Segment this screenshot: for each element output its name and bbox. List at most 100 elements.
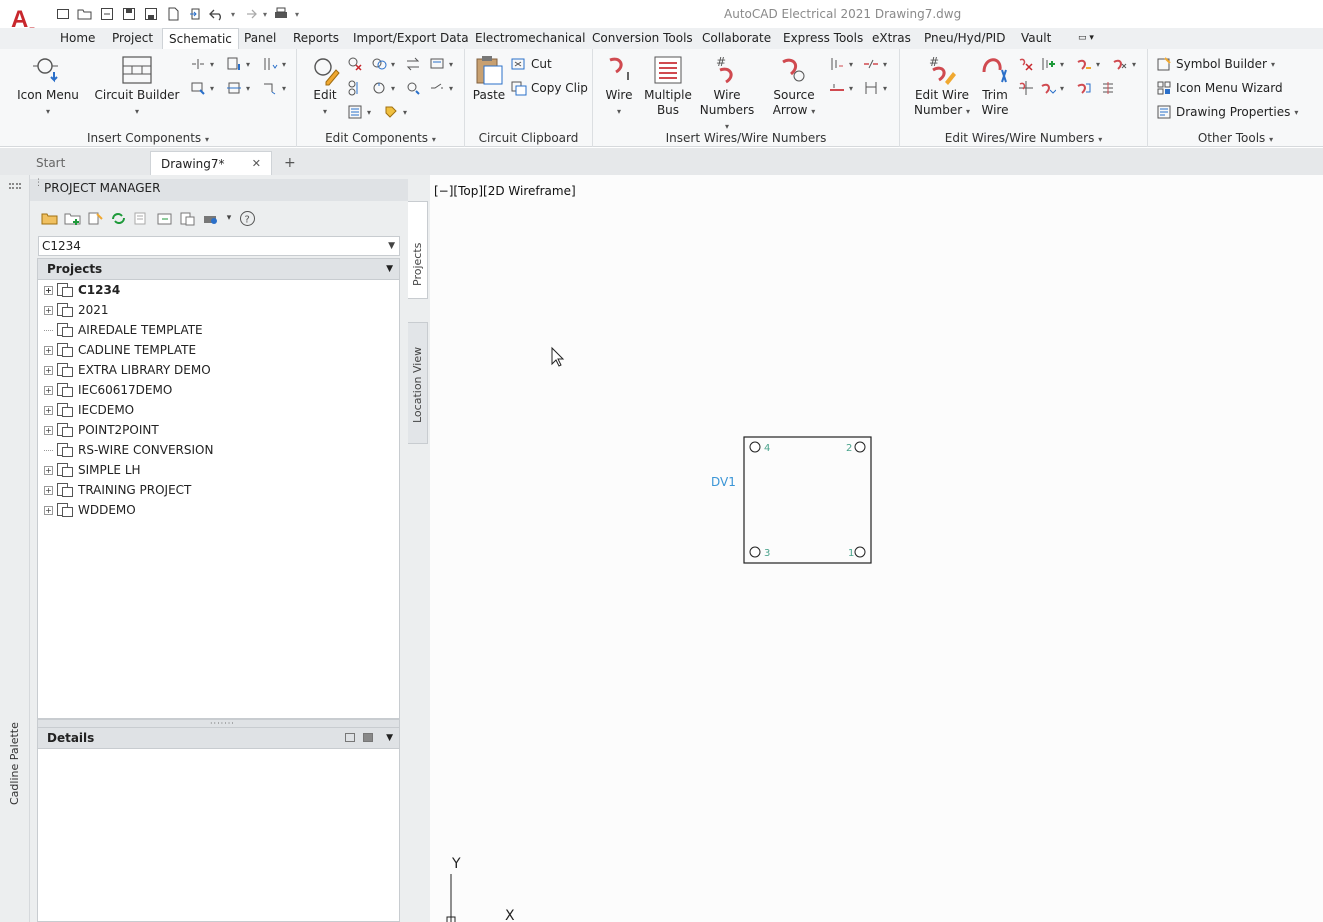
tab-schematic[interactable]: Schematic [162, 28, 239, 49]
tab-express-tools[interactable]: Express Tools [783, 28, 863, 49]
redo-icon[interactable] [239, 5, 259, 23]
icon-menu-wizard-button[interactable]: Icon Menu Wizard [1156, 79, 1283, 97]
insert-component-small-2[interactable]: ▾ [226, 55, 250, 73]
tree-item[interactable]: + C1234 [44, 280, 120, 300]
expand-icon[interactable]: + [44, 425, 53, 435]
projects-header[interactable]: Projects ▼ [37, 258, 400, 280]
toggle-no-nc-button[interactable]: ▾ [429, 79, 453, 97]
copy-clip-button[interactable]: Copy Clip [511, 79, 588, 97]
expand-icon[interactable]: + [44, 385, 53, 395]
multiple-bus-button[interactable]: Multiple Bus [643, 54, 693, 118]
wire-button[interactable]: Wire ▾ [599, 54, 639, 119]
drawing-properties-button[interactable]: Drawing Properties ▾ [1156, 103, 1298, 121]
tab-start[interactable]: Start [26, 151, 150, 175]
wire-tool-small-2[interactable]: ▾ [863, 55, 887, 73]
plot-icon[interactable] [185, 5, 205, 23]
palette-grip-icon[interactable] [9, 183, 21, 189]
tab-vault[interactable]: Vault [1021, 28, 1051, 49]
tab-electromechanical[interactable]: Electromechanical [475, 28, 585, 49]
retag-button[interactable]: ▾ [371, 79, 395, 97]
source-arrow-button[interactable]: Source Arrow ▾ [763, 54, 825, 119]
expand-icon[interactable]: + [44, 285, 53, 295]
tree-item[interactable]: + IEC60617DEMO [44, 380, 172, 400]
wire-tool-small-1[interactable]: ▾ [829, 55, 853, 73]
delete-component-button[interactable] [347, 55, 363, 73]
customize-qat-icon[interactable]: ▾ [293, 5, 301, 23]
tab-extras[interactable]: eXtras [872, 28, 911, 49]
show-wire-button[interactable] [1076, 79, 1092, 97]
redo-dropdown-icon[interactable]: ▾ [261, 5, 269, 23]
circuit-builder-button[interactable]: Circuit Builder ▾ [94, 54, 180, 119]
wire-tool-small-4[interactable]: ▾ [863, 79, 887, 97]
project-properties-icon[interactable] [132, 209, 151, 227]
flip-wire-button[interactable]: ▾ [1040, 79, 1064, 97]
align-button[interactable] [347, 79, 363, 97]
tab-projects[interactable]: Projects [408, 201, 428, 299]
expand-icon[interactable]: + [44, 505, 53, 515]
tree-item[interactable]: + IECDEMO [44, 400, 134, 420]
expand-icon[interactable]: + [44, 485, 53, 495]
insert-components-label[interactable]: Insert Components ▾ [0, 131, 296, 145]
close-tab-icon[interactable]: ✕ [252, 152, 261, 176]
tab-import-export-data[interactable]: Import/Export Data [353, 28, 469, 49]
project-task-list-icon[interactable] [155, 209, 174, 227]
insert-component-small-3[interactable]: ▾ [262, 55, 286, 73]
wire-numbers-button[interactable]: # Wire Numbers ▾ [697, 54, 757, 134]
details-header[interactable]: Details ▼ [37, 727, 400, 749]
insert-component-small-4[interactable]: ▾ [190, 79, 214, 97]
tab-collaborate[interactable]: Collaborate [702, 28, 771, 49]
paste-button[interactable]: Paste [469, 54, 509, 103]
tree-item[interactable]: +2021 [44, 300, 109, 320]
open-web-icon[interactable] [97, 5, 117, 23]
expand-icon[interactable]: + [44, 305, 53, 315]
tree-item[interactable]: + WDDEMO [44, 500, 136, 520]
other-tools-label[interactable]: Other Tools ▾ [1148, 131, 1323, 145]
edit-wire-number-button[interactable]: # Edit Wire Number ▾ [910, 54, 974, 119]
project-selector[interactable]: C1234 ▼ [38, 236, 400, 256]
insert-component-small-1[interactable]: ▾ [190, 55, 214, 73]
tab-home[interactable]: Home [60, 28, 95, 49]
open-project-icon[interactable] [40, 209, 59, 227]
publish-icon[interactable] [163, 5, 183, 23]
project-wide-update-icon[interactable] [178, 209, 197, 227]
tab-pneu-hyd-pid[interactable]: Pneu/Hyd/PID [924, 28, 1005, 49]
edit-button[interactable]: Edit ▾ [303, 54, 347, 119]
ribbon-minimize-icon[interactable]: ▭ ▾ [1078, 28, 1094, 49]
copy-component-button[interactable]: ▾ [371, 55, 395, 73]
swap-component-button[interactable] [405, 55, 421, 73]
plot-project-icon[interactable] [201, 209, 220, 227]
expand-icon[interactable]: + [44, 365, 53, 375]
tree-item[interactable]: RS-WIRE CONVERSION [44, 440, 213, 460]
wire-number-swap-button[interactable]: ▾ [1112, 55, 1136, 73]
insert-component-small-6[interactable]: ▾ [262, 79, 286, 97]
wire-leader-button[interactable] [1100, 79, 1116, 97]
details-view-icon[interactable] [345, 733, 355, 742]
new-drawing-icon[interactable] [86, 209, 105, 227]
tab-project[interactable]: Project [112, 28, 153, 49]
add-rung-button[interactable]: ▾ [1040, 55, 1064, 73]
icon-menu-button[interactable]: Icon Menu ▾ [14, 54, 82, 119]
tab-location-view[interactable]: Location View [408, 322, 428, 444]
tree-item[interactable]: + POINT2POINT [44, 420, 159, 440]
tree-item[interactable]: + TRAINING PROJECT [44, 480, 191, 500]
tab-drawing7[interactable]: Drawing7* ✕ [150, 151, 272, 175]
delete-wire-numbers-button[interactable] [1018, 55, 1034, 73]
expand-icon[interactable]: + [44, 405, 53, 415]
open-icon[interactable] [75, 5, 95, 23]
toolbar-dropdown-icon[interactable]: ▾ [224, 209, 234, 227]
cadline-palette-strip[interactable]: Cadline Palette [0, 175, 30, 922]
save-icon[interactable] [119, 5, 139, 23]
help-icon[interactable]: ? [238, 209, 257, 227]
scoot-button[interactable] [405, 79, 421, 97]
trim-wire-button[interactable]: Trim Wire [974, 54, 1016, 118]
edit-wires-label[interactable]: Edit Wires/Wire Numbers ▾ [900, 131, 1147, 145]
new-icon[interactable] [53, 5, 73, 23]
cut-button[interactable]: Cut [511, 55, 552, 73]
tab-panel[interactable]: Panel [244, 28, 276, 49]
undo-icon[interactable] [207, 5, 227, 23]
component-dv1[interactable]: 4 2 3 1 DV1 [711, 436, 872, 564]
expand-icon[interactable]: + [44, 345, 53, 355]
refresh-icon[interactable] [109, 209, 128, 227]
drawing-canvas[interactable]: [−][Top][2D Wireframe] 4 2 3 1 DV1 Y X [430, 175, 1323, 922]
panel-grip-icon[interactable]: ⋮ [34, 179, 43, 188]
